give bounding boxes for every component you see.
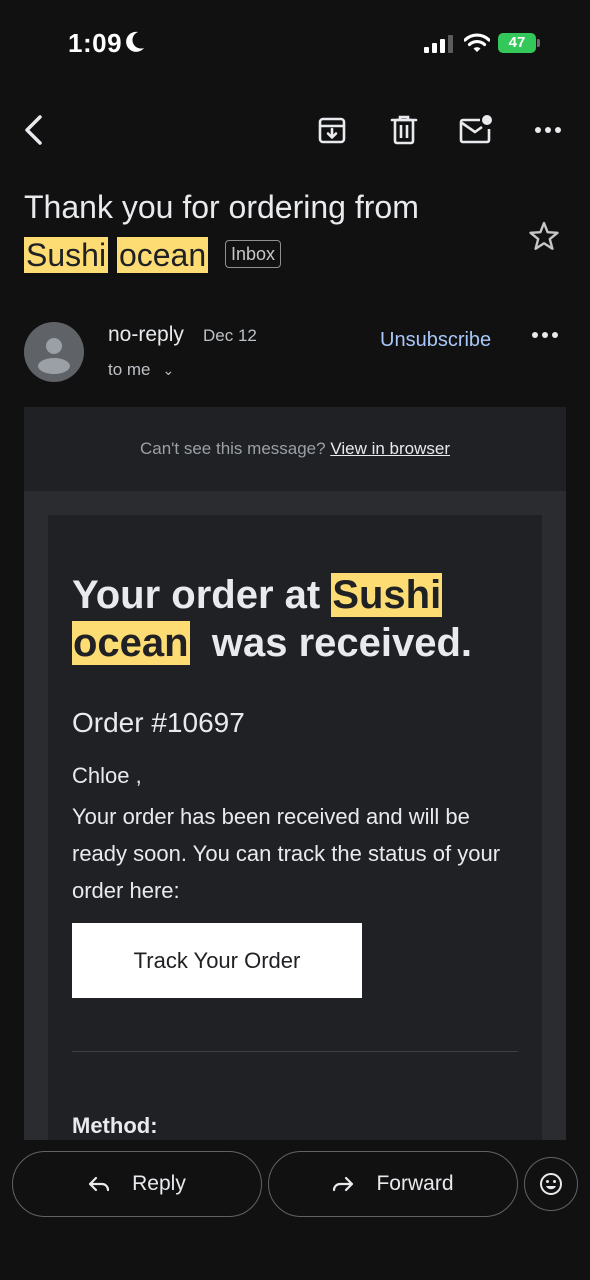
- forward-icon: [332, 1175, 354, 1193]
- delete-button[interactable]: [386, 112, 422, 148]
- track-order-button[interactable]: Track Your Order: [72, 923, 362, 998]
- mark-unread-icon: [459, 115, 492, 144]
- cellular-signal-icon: [424, 34, 454, 59]
- method-label: Method:: [72, 1113, 158, 1138]
- more-horizontal-icon: [535, 127, 561, 133]
- headline-text: Your order at: [72, 573, 321, 617]
- sender-name: no-reply: [108, 323, 184, 346]
- archive-button[interactable]: [314, 112, 350, 148]
- view-in-browser-link[interactable]: View in browser: [330, 439, 450, 458]
- chevron-down-icon: ⌄: [162, 362, 175, 378]
- subject-highlight: Sushi: [24, 237, 109, 273]
- email-date: Dec 12: [203, 326, 257, 345]
- forward-label: Forward: [376, 1172, 454, 1195]
- greeting: Chloe ,: [72, 763, 142, 788]
- more-horizontal-icon: [532, 332, 558, 338]
- email-body: Can't see this message? View in browser …: [24, 407, 566, 1140]
- emoji-reaction-button[interactable]: [524, 1157, 578, 1211]
- mark-unread-button[interactable]: [456, 112, 496, 148]
- message-more-button[interactable]: [532, 326, 558, 344]
- person-icon: [38, 338, 70, 374]
- inbox-label-badge[interactable]: Inbox: [225, 239, 282, 268]
- emoji-icon: [540, 1173, 562, 1195]
- subject-text: Thank you for ordering from: [24, 189, 419, 225]
- divider: [72, 1051, 518, 1052]
- sender-avatar[interactable]: [24, 322, 84, 382]
- email-subject: Thank you for ordering from Sushi ocean …: [24, 183, 504, 279]
- forward-button[interactable]: Forward: [268, 1151, 518, 1217]
- headline-highlight: Sushi: [331, 573, 443, 617]
- reply-label: Reply: [132, 1172, 186, 1195]
- more-options-button[interactable]: [530, 112, 566, 148]
- headline-highlight: ocean: [72, 621, 190, 665]
- unsubscribe-link[interactable]: Unsubscribe: [380, 329, 491, 352]
- star-button[interactable]: [528, 220, 560, 257]
- preheader: Can't see this message? View in browser: [24, 407, 566, 491]
- order-message: Your order has been received and will be…: [72, 804, 501, 903]
- reply-icon: [88, 1175, 110, 1193]
- order-headline: Your order at Sushi ocean was received.: [72, 571, 522, 667]
- moon-icon: [124, 30, 146, 59]
- recipient-text: to me: [108, 360, 151, 379]
- battery-indicator: 47: [498, 33, 540, 53]
- reply-button[interactable]: Reply: [12, 1151, 262, 1217]
- status-time: 1:09: [68, 28, 123, 58]
- headline-text: was received.: [211, 621, 473, 665]
- subject-highlight: ocean: [116, 237, 209, 273]
- star-icon: [529, 221, 559, 250]
- archive-icon: [318, 117, 346, 144]
- battery-level: 47: [498, 33, 536, 53]
- order-number: Order #10697: [72, 707, 245, 738]
- status-bar: 1:09 47: [0, 0, 590, 90]
- wifi-icon: [463, 32, 491, 59]
- trash-icon: [390, 115, 418, 145]
- recipient-details-toggle[interactable]: to me ⌄: [108, 360, 174, 380]
- back-button[interactable]: [16, 112, 52, 148]
- preheader-text: Can't see this message?: [139, 439, 326, 458]
- order-card: Your order at Sushi ocean was received. …: [48, 515, 542, 1140]
- battery-tip: [537, 39, 540, 47]
